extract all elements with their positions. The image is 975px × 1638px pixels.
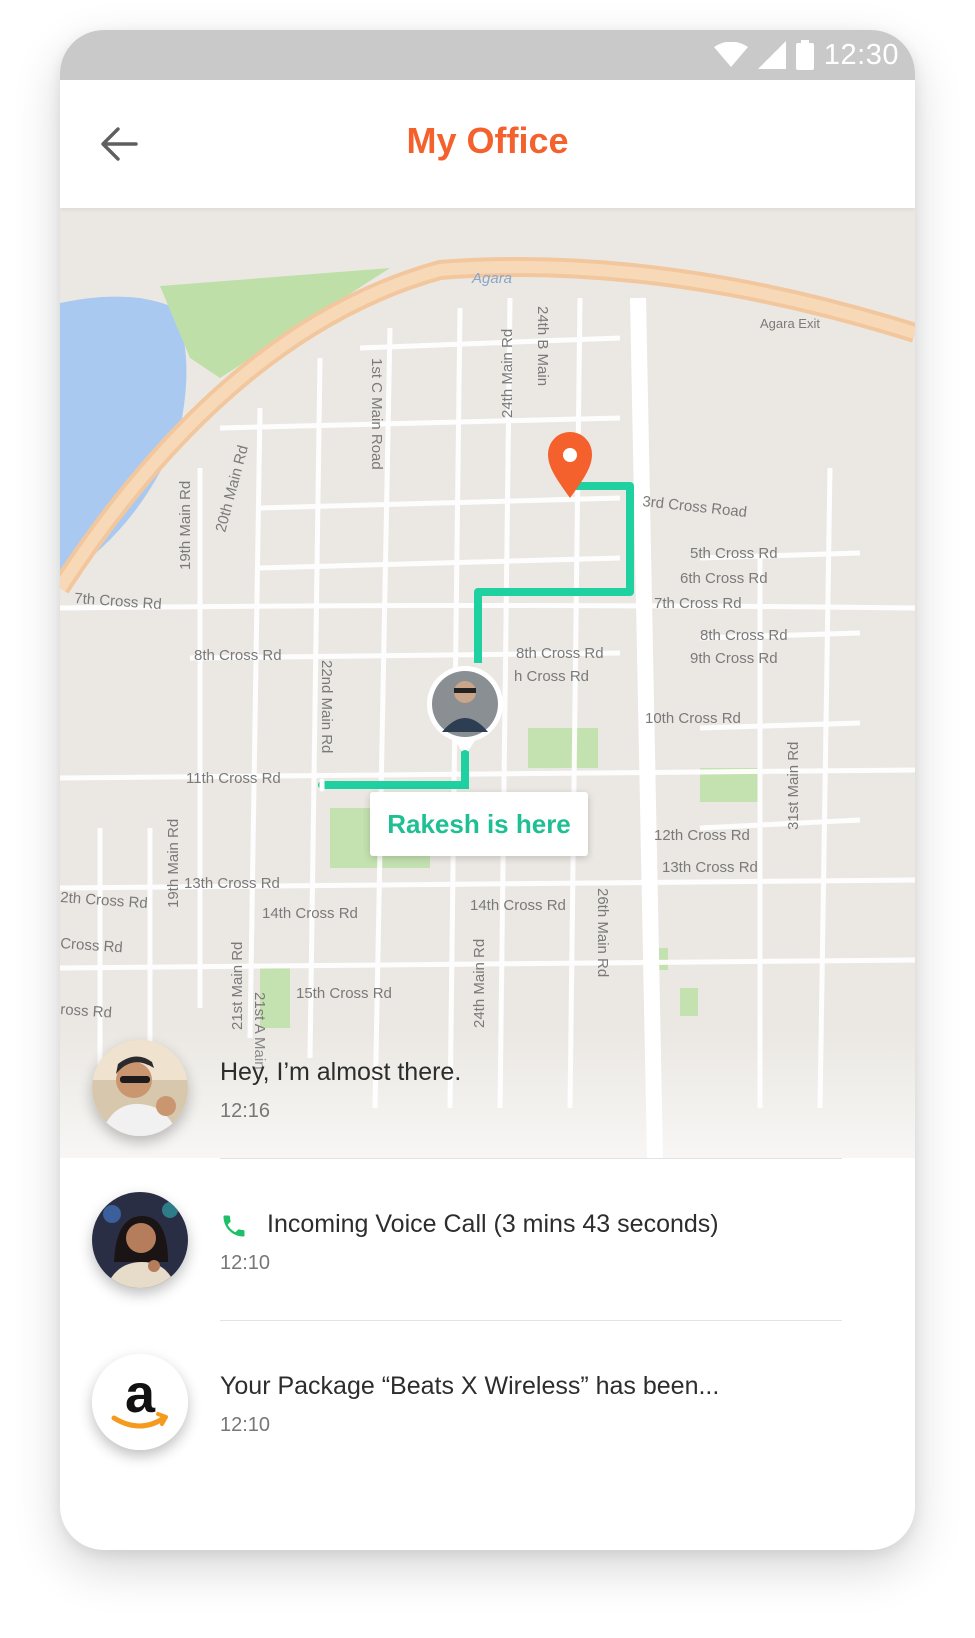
map-view[interactable]: Agara Agara Exit 24th Main Rd 24th B Mai… [60,208,915,1348]
message-text: Your Package “Beats X Wireless” has been… [220,1372,720,1400]
message-time: 12:10 [220,1252,271,1274]
divider [220,1320,842,1321]
road-label: 1st C Main Road [368,358,385,470]
road-label: 9th Cross Rd [690,650,778,667]
battery-icon [795,40,814,70]
page-title: My Office [406,120,569,161]
map-canvas[interactable]: Agara Agara Exit 24th Main Rd 24th B Mai… [60,208,915,1159]
signal-icon [757,41,786,69]
road-label: ross Rd [60,1001,112,1022]
phone-icon [223,1215,245,1237]
road-label: 21st Main Rd [229,942,246,1030]
wifi-icon [713,42,748,67]
divider [220,1158,842,1159]
svg-text:a: a [125,1364,156,1424]
road-label: h Cross Rd [514,668,589,685]
road-label: 24th Main Rd [499,329,516,418]
road-label: 19th Main Rd [165,819,182,908]
road-label: 19th Main Rd [177,481,194,570]
avatar [92,1040,188,1136]
road-label: 11th Cross Rd [186,770,281,787]
man-sunglasses-avatar [92,1040,188,1136]
road-label: 13th Cross Rd [662,859,758,876]
road-label: Agara Exit [760,316,820,331]
message-time: 12:10 [220,1414,271,1436]
status-time: 12:30 [823,38,899,71]
status-bar: 12:30 [60,30,915,80]
road-label: 10th Cross Rd [645,710,741,727]
park-area [680,988,698,1016]
message-time: 12:16 [220,1100,271,1122]
road-label: 5th Cross Rd [690,545,778,562]
list-item[interactable]: a Your Package “Beats X Wireless” has be… [60,1344,915,1474]
road-label: 15th Cross Rd [296,985,392,1002]
road-label: 24th B Main [534,306,551,386]
woman-avatar [92,1192,188,1288]
road-label: 26th Main Rd [594,888,611,977]
road-label: 7th Cross Rd [654,595,742,612]
road-label: 14th Cross Rd [262,905,358,922]
road-label: 6th Cross Rd [680,570,768,587]
location-label: Rakesh is here [370,792,588,856]
road-label: Agara [471,270,512,287]
road-label: 12th Cross Rd [654,827,750,844]
app-bar: My Office [60,80,915,208]
avatar [92,1192,188,1288]
message-text: Hey, I’m almost there. [220,1058,462,1086]
list-item[interactable]: Hey, I’m almost there. 12:16 [60,1030,915,1160]
road-label: 22nd Main Rd [318,660,335,753]
list-item[interactable]: Incoming Voice Call (3 mins 43 seconds) … [60,1182,915,1312]
avatar: a [92,1354,188,1450]
amazon-logo-avatar: a [92,1354,188,1450]
road-label: 8th Cross Rd [516,645,604,662]
phone-frame: 12:30 My Office Agara Agara Exit 24th Ma… [60,30,915,1550]
road-label: 8th Cross Rd [700,627,788,644]
park-area [528,728,598,768]
road-label: 14th Cross Rd [470,897,566,914]
road-label: 13th Cross Rd [184,875,280,892]
road-label: 31st Main Rd [785,742,802,830]
road-label: 24th Main Rd [471,939,488,1028]
road-label: 8th Cross Rd [194,647,282,664]
message-text: Incoming Voice Call (3 mins 43 seconds) [267,1210,719,1238]
